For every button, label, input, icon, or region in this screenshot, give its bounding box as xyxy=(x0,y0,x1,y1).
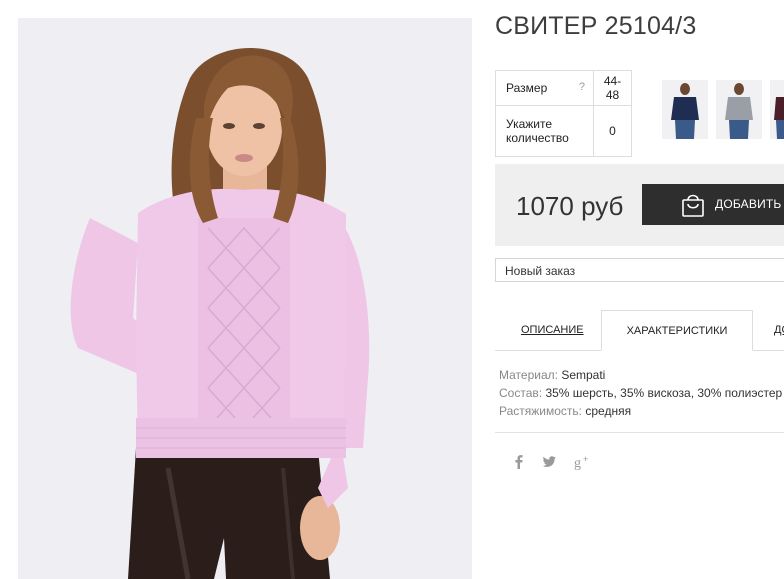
spec-key: Растяжимость: xyxy=(499,404,583,418)
size-help-icon[interactable]: ? xyxy=(579,81,585,93)
thumbnail-navy-sweater[interactable] xyxy=(662,80,708,139)
twitter-icon[interactable] xyxy=(540,453,558,471)
product-photo-illustration xyxy=(18,18,472,579)
spec-value: средняя xyxy=(585,404,632,418)
product-tabs: ОПИСАНИЕ ХАРАКТЕРИСТИКИ ДОСТАВКА xyxy=(495,310,784,351)
shopping-bag-icon xyxy=(682,194,704,217)
spec-row: Состав: 35% шерсть, 35% вискоза, 30% пол… xyxy=(499,384,782,402)
thumbnail-gray-image xyxy=(716,80,762,139)
spec-key: Материал: xyxy=(499,368,558,382)
tab-delivery[interactable]: ДОСТАВКА xyxy=(774,310,784,351)
thumbnail-gray-sweater[interactable] xyxy=(716,80,762,139)
svg-text:+: + xyxy=(583,454,588,464)
size-value[interactable]: 44-48 xyxy=(593,70,632,106)
quantity-input[interactable]: 0 xyxy=(593,105,632,157)
svg-text:g: g xyxy=(574,456,581,471)
buy-box: 1070 руб ДОБАВИТЬ В КОРЗИНУ xyxy=(495,164,784,246)
add-to-cart-button[interactable]: ДОБАВИТЬ В КОРЗИНУ xyxy=(642,184,784,225)
specs-list: Материал: Sempati Состав: 35% шерсть, 35… xyxy=(499,366,782,420)
tab-description[interactable]: ОПИСАНИЕ xyxy=(521,310,591,351)
thumbnail-dark-image xyxy=(770,80,784,139)
add-to-cart-label: ДОБАВИТЬ В КОРЗИНУ xyxy=(715,197,784,211)
spec-value: 35% шерсть, 35% вискоза, 30% полиэстер xyxy=(545,386,783,400)
product-price: 1070 руб xyxy=(516,191,624,221)
facebook-icon[interactable] xyxy=(510,453,528,471)
size-label: Размер xyxy=(506,81,548,95)
divider xyxy=(495,432,784,433)
product-photo[interactable] xyxy=(18,18,472,579)
spec-row: Растяжимость: средняя xyxy=(499,402,782,420)
thumbnail-dark-sweater[interactable] xyxy=(770,80,784,139)
size-table: Размер ? 44-48 Укажите количество 0 xyxy=(495,70,632,157)
order-select[interactable]: Новый заказ xyxy=(495,258,784,282)
product-title: СВИТЕР 25104/3 xyxy=(495,12,697,40)
google-plus-icon[interactable]: g + xyxy=(574,453,594,471)
thumbnail-navy-image xyxy=(662,80,708,139)
tab-characteristics[interactable]: ХАРАКТЕРИСТИКИ xyxy=(601,310,753,351)
size-label-cell: Размер ? xyxy=(495,70,594,106)
spec-value: Sempati xyxy=(561,368,606,382)
quantity-label: Укажите количество xyxy=(495,105,594,157)
spec-row: Материал: Sempati xyxy=(499,366,782,384)
spec-key: Состав: xyxy=(499,386,543,400)
